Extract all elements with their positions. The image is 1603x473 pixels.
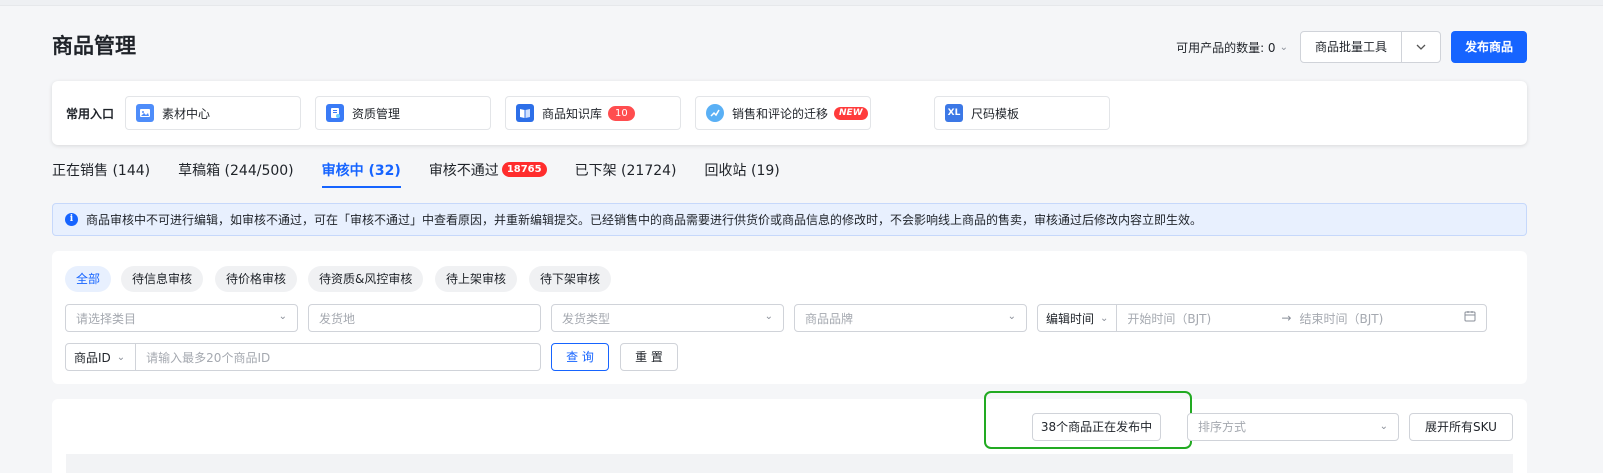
top-strip <box>0 0 1603 6</box>
quick-entry-label-text: 素材中心 <box>162 106 211 121</box>
time-type-label: 编辑时间 <box>1046 311 1095 326</box>
reset-button[interactable]: 重 置 <box>620 343 678 371</box>
tab-on-sale[interactable]: 正在销售 (144) <box>52 160 150 188</box>
tab-label: 审核中 (32) <box>321 163 401 179</box>
edit-time-range-picker[interactable]: 编辑时间 ⌄ 开始时间（BJT) → 结束时间（BJT) <box>1037 304 1487 332</box>
tab-under-review[interactable]: 审核中 (32) <box>321 160 401 188</box>
range-arrow-icon: → <box>1281 311 1292 325</box>
expand-all-sku-button[interactable]: 展开所有SKU <box>1409 413 1513 441</box>
start-time-input[interactable]: 开始时间（BJT) <box>1127 310 1277 327</box>
filter-pill-qualification-review[interactable]: 待资质&风控审核 <box>308 266 424 292</box>
tab-label: 正在销售 (144) <box>52 163 151 179</box>
table-header <box>66 454 1513 473</box>
chevron-down-icon: ⌄ <box>116 351 126 363</box>
quick-entry-panel: 常用入口 素材中心 资质管理 商品知识库 10 销售和评论的迁移 NEW XL … <box>52 81 1527 145</box>
filter-pill-price-review[interactable]: 待价格审核 <box>215 266 298 292</box>
ship-type-select[interactable]: 发货类型 ⌄ <box>551 304 784 332</box>
chevron-down-icon: ⌄ <box>278 311 287 322</box>
publishing-status-button[interactable]: 38个商品正在发布中 <box>1032 413 1161 441</box>
info-icon: i <box>65 213 78 226</box>
filter-pill-all[interactable]: 全部 <box>65 266 112 292</box>
filter-pill-listing-review[interactable]: 待上架审核 <box>435 266 518 292</box>
brand-select[interactable]: 商品品牌 ⌄ <box>794 304 1027 332</box>
qualification-icon <box>326 104 344 122</box>
size-template-icon: XL <box>945 104 963 122</box>
filter-pill-delisting-review[interactable]: 待下架审核 <box>529 266 612 292</box>
query-button[interactable]: 查 询 <box>551 343 609 371</box>
quick-entry-migration[interactable]: 销售和评论的迁移 NEW <box>695 96 871 130</box>
tab-recycle-bin[interactable]: 回收站 (19) <box>705 160 780 188</box>
filter-panel: 全部 待信息审核 待价格审核 待资质&风控审核 待上架审核 待下架审核 请选择类… <box>52 251 1527 384</box>
quick-entry-label-text: 销售和评论的迁移 <box>732 106 829 121</box>
quick-entry-label-text: 资质管理 <box>352 106 401 121</box>
new-badge: NEW <box>834 106 868 120</box>
chevron-down-icon: ⌄ <box>764 311 773 322</box>
tab-label: 回收站 (19) <box>704 163 780 179</box>
ship-from-input[interactable]: 发货地 <box>308 304 541 332</box>
ship-type-placeholder: 发货类型 <box>562 311 611 326</box>
chevron-down-icon: ⌄ <box>1379 421 1388 432</box>
quick-entry-qualification[interactable]: 资质管理 <box>315 96 491 130</box>
knowledge-book-icon <box>516 104 534 122</box>
quick-entry-label-text: 尺码模板 <box>971 106 1020 121</box>
tab-label: 已下架 (21724) <box>574 163 677 179</box>
quick-entry-material-center[interactable]: 素材中心 <box>125 96 301 130</box>
quick-entry-label: 常用入口 <box>66 107 115 121</box>
calendar-icon[interactable] <box>1464 310 1476 325</box>
quick-entry-knowledge-base[interactable]: 商品知识库 10 <box>505 96 681 130</box>
chevron-down-icon: ⌄ <box>1007 311 1016 322</box>
ship-from-placeholder: 发货地 <box>319 311 356 326</box>
end-time-input[interactable]: 结束时间（BJT) <box>1299 310 1383 327</box>
product-list-panel: 38个商品正在发布中 排序方式 ⌄ 展开所有SKU <box>52 391 1527 473</box>
available-count-label: 可用产品的数量: 0 <box>1176 40 1276 55</box>
publish-product-button[interactable]: 发布商品 <box>1450 31 1527 63</box>
product-id-input[interactable]: 请输入最多20个商品ID <box>146 349 270 366</box>
batch-tool-label[interactable]: 商品批量工具 <box>1301 32 1402 62</box>
sort-select[interactable]: 排序方式 ⌄ <box>1187 413 1399 441</box>
id-type-label: 商品ID <box>74 350 111 365</box>
filter-pill-info-review[interactable]: 待信息审核 <box>121 266 204 292</box>
sort-placeholder: 排序方式 <box>1198 420 1247 434</box>
page-title: 商品管理 <box>52 34 136 58</box>
time-type-select[interactable]: 编辑时间 ⌄ <box>1046 305 1118 331</box>
tab-label: 草稿箱 (244/500) <box>178 163 294 179</box>
available-count-dropdown[interactable]: 可用产品的数量: 0 ⌄ <box>1176 39 1288 56</box>
category-select[interactable]: 请选择类目 ⌄ <box>65 304 298 332</box>
quick-entry-label-text: 商品知识库 <box>542 106 603 121</box>
count-badge: 10 <box>608 105 635 121</box>
tab-label: 审核不通过 <box>428 163 499 179</box>
material-center-icon <box>136 104 154 122</box>
status-tabs: 正在销售 (144) 草稿箱 (244/500) 审核中 (32) 审核不通过 1… <box>52 160 808 188</box>
category-placeholder: 请选择类目 <box>76 311 137 326</box>
tab-delisted[interactable]: 已下架 (21724) <box>575 160 677 188</box>
product-id-search[interactable]: 商品ID ⌄ 请输入最多20个商品ID <box>65 343 541 371</box>
count-badge: 18765 <box>501 162 547 177</box>
migration-icon <box>706 104 724 122</box>
chevron-down-icon: ⌄ <box>1100 312 1109 324</box>
brand-placeholder: 商品品牌 <box>805 311 854 326</box>
quick-entry-size-template[interactable]: XL 尺码模板 <box>934 96 1110 130</box>
chevron-down-icon: ⌄ <box>1279 41 1288 53</box>
id-type-select[interactable]: 商品ID ⌄ <box>74 344 137 370</box>
notice-text: 商品审核中不可进行编辑，如审核不通过，可在「审核不通过」中查看原因，并重新编辑提… <box>86 213 1203 227</box>
tab-drafts[interactable]: 草稿箱 (244/500) <box>178 160 294 188</box>
chevron-down-icon[interactable] <box>1402 32 1440 62</box>
review-notice-banner: i 商品审核中不可进行编辑，如审核不通过，可在「审核不通过」中查看原因，并重新编… <box>52 203 1527 236</box>
tab-review-failed[interactable]: 审核不通过 18765 <box>429 160 547 188</box>
header-actions: 可用产品的数量: 0 ⌄ 商品批量工具 发布商品 <box>1176 31 1527 63</box>
batch-tool-button[interactable]: 商品批量工具 <box>1299 31 1441 63</box>
